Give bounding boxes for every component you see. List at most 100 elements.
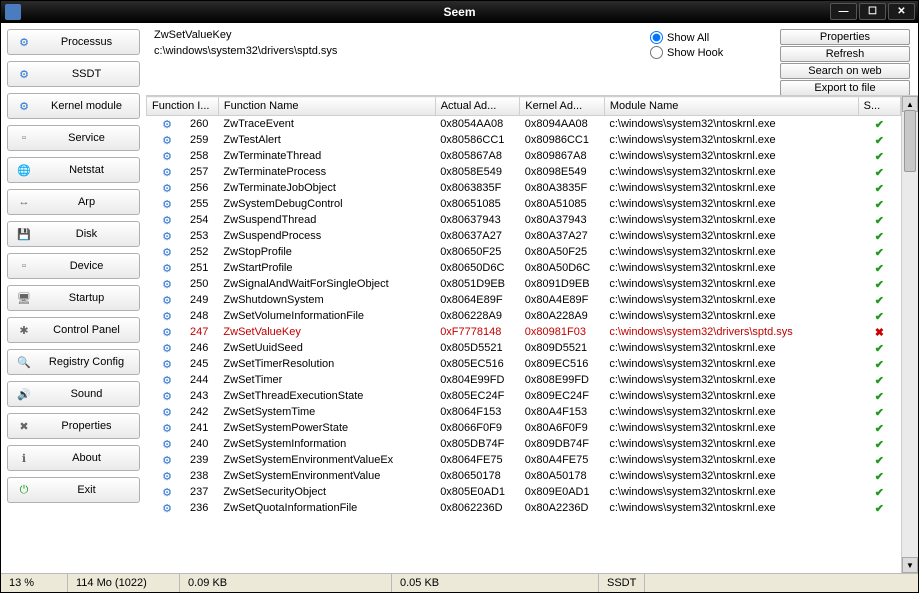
cell-module-name: c:\windows\system32\ntoskrnl.exe bbox=[604, 196, 858, 212]
radio-show-hook-input[interactable] bbox=[650, 46, 663, 59]
sidebar-item-exit[interactable]: ⏻Exit bbox=[7, 477, 140, 503]
close-button[interactable]: ✕ bbox=[888, 3, 915, 20]
table-row[interactable]: ⚙244ZwSetTimer0x804E99FD0x808E99FDc:\win… bbox=[147, 372, 901, 388]
cell-module-name: c:\windows\system32\ntoskrnl.exe bbox=[604, 148, 858, 164]
cell-actual-address: 0x805867A8 bbox=[435, 148, 520, 164]
table-row[interactable]: ⚙236ZwSetQuotaInformationFile0x8062236D0… bbox=[147, 500, 901, 516]
table-row[interactable]: ⚙260ZwTraceEvent0x8054AA080x8094AA08c:\w… bbox=[147, 116, 901, 133]
cell-function-name: ZwSetVolumeInformationFile bbox=[218, 308, 435, 324]
gear-icon: ⚙ bbox=[147, 148, 174, 164]
cell-index: 254 bbox=[174, 212, 218, 228]
table-row[interactable]: ⚙258ZwTerminateThread0x805867A80x809867A… bbox=[147, 148, 901, 164]
table-row[interactable]: ⚙255ZwSystemDebugControl0x806510850x80A5… bbox=[147, 196, 901, 212]
scroll-down-arrow[interactable]: ▼ bbox=[902, 557, 918, 573]
scroll-thumb[interactable] bbox=[904, 110, 916, 172]
refresh-button[interactable]: Refresh bbox=[780, 46, 910, 62]
check-icon: ✔ bbox=[875, 359, 884, 371]
table-row[interactable]: ⚙240ZwSetSystemInformation0x805DB74F0x80… bbox=[147, 436, 901, 452]
table-row[interactable]: ⚙253ZwSuspendProcess0x80637A270x80A37A27… bbox=[147, 228, 901, 244]
cell-module-name: c:\windows\system32\ntoskrnl.exe bbox=[604, 228, 858, 244]
table-row[interactable]: ⚙251ZwStartProfile0x80650D6C0x80A50D6Cc:… bbox=[147, 260, 901, 276]
cell-function-name: ZwTraceEvent bbox=[218, 116, 435, 133]
table-row[interactable]: ⚙249ZwShutdownSystem0x8064E89F0x80A4E89F… bbox=[147, 292, 901, 308]
table-row[interactable]: ⚙238ZwSetSystemEnvironmentValue0x8065017… bbox=[147, 468, 901, 484]
radio-show-hook[interactable]: Show Hook bbox=[650, 46, 770, 59]
col-index[interactable]: Function I... bbox=[147, 97, 219, 116]
top-info: ZwSetValueKey c:\windows\system32\driver… bbox=[146, 23, 918, 95]
cell-function-name: ZwSetTimer bbox=[218, 372, 435, 388]
selected-function-name: ZwSetValueKey bbox=[154, 29, 640, 41]
sidebar-item-control-panel[interactable]: ✱Control Panel bbox=[7, 317, 140, 343]
cell-kernel-address: 0x80A2236D bbox=[520, 500, 605, 516]
gear-icon: ⚙ bbox=[147, 356, 174, 372]
table-row[interactable]: ⚙242ZwSetSystemTime0x8064F1530x80A4F153c… bbox=[147, 404, 901, 420]
sidebar-item-sound[interactable]: 🔊Sound bbox=[7, 381, 140, 407]
minimize-button[interactable]: — bbox=[830, 3, 857, 20]
gear-icon: ⚙ bbox=[147, 500, 174, 516]
table-row[interactable]: ⚙241ZwSetSystemPowerState0x8066F0F90x80A… bbox=[147, 420, 901, 436]
maximize-button[interactable]: ☐ bbox=[859, 3, 886, 20]
check-icon: ✔ bbox=[875, 503, 884, 515]
search-icon: 🔍 bbox=[16, 354, 32, 370]
cell-status: ✔ bbox=[858, 388, 900, 404]
radio-show-hook-label: Show Hook bbox=[667, 47, 723, 59]
col-status[interactable]: S... bbox=[858, 97, 900, 116]
table-row[interactable]: ⚙245ZwSetTimerResolution0x805EC5160x809E… bbox=[147, 356, 901, 372]
cell-status: ✔ bbox=[858, 116, 900, 133]
check-icon: ✔ bbox=[875, 375, 884, 387]
sidebar-item-arp[interactable]: ↔Arp bbox=[7, 189, 140, 215]
table-row[interactable]: ⚙250ZwSignalAndWaitForSingleObject0x8051… bbox=[147, 276, 901, 292]
cell-kernel-address: 0x8098E549 bbox=[520, 164, 605, 180]
table-row[interactable]: ⚙246ZwSetUuidSeed0x805D55210x809D5521c:\… bbox=[147, 340, 901, 356]
sidebar-item-kernel-module[interactable]: ⚙Kernel module bbox=[7, 93, 140, 119]
table-row[interactable]: ⚙248ZwSetVolumeInformationFile0x806228A9… bbox=[147, 308, 901, 324]
titlebar[interactable]: Seem — ☐ ✕ bbox=[1, 1, 918, 23]
sidebar-item-netstat[interactable]: 🌐Netstat bbox=[7, 157, 140, 183]
check-icon: ✔ bbox=[875, 215, 884, 227]
col-kernel[interactable]: Kernel Ad... bbox=[520, 97, 605, 116]
cell-module-name: c:\windows\system32\ntoskrnl.exe bbox=[604, 356, 858, 372]
star-icon: ✱ bbox=[16, 322, 32, 338]
table-row[interactable]: ⚙259ZwTestAlert0x80586CC10x80986CC1c:\wi… bbox=[147, 132, 901, 148]
table-row[interactable]: ⚙239ZwSetSystemEnvironmentValueEx0x8064F… bbox=[147, 452, 901, 468]
sidebar-item-properties[interactable]: ✖Properties bbox=[7, 413, 140, 439]
cell-kernel-address: 0x8091D9EB bbox=[520, 276, 605, 292]
sidebar-item-about[interactable]: ℹAbout bbox=[7, 445, 140, 471]
cell-index: 250 bbox=[174, 276, 218, 292]
table-row[interactable]: ⚙257ZwTerminateProcess0x8058E5490x8098E5… bbox=[147, 164, 901, 180]
sidebar-item-registry-config[interactable]: 🔍Registry Config bbox=[7, 349, 140, 375]
cell-function-name: ZwSuspendThread bbox=[218, 212, 435, 228]
table-row[interactable]: ⚙254ZwSuspendThread0x806379430x80A37943c… bbox=[147, 212, 901, 228]
gear-icon: ⚙ bbox=[147, 196, 174, 212]
table-row[interactable]: ⚙256ZwTerminateJobObject0x8063835F0x80A3… bbox=[147, 180, 901, 196]
vertical-scrollbar[interactable]: ▲ ▼ bbox=[901, 96, 918, 573]
gear-icon: ⚙ bbox=[147, 308, 174, 324]
col-module[interactable]: Module Name bbox=[604, 97, 858, 116]
radio-show-all[interactable]: Show All bbox=[650, 31, 770, 44]
col-name[interactable]: Function Name bbox=[218, 97, 435, 116]
cell-kernel-address: 0x809EC516 bbox=[520, 356, 605, 372]
cell-kernel-address: 0x80A37A27 bbox=[520, 228, 605, 244]
table-row[interactable]: ⚙243ZwSetThreadExecutionState0x805EC24F0… bbox=[147, 388, 901, 404]
sidebar-item-ssdt[interactable]: ⚙SSDT bbox=[7, 61, 140, 87]
gear-icon: ⚙ bbox=[147, 372, 174, 388]
export-button[interactable]: Export to file bbox=[780, 80, 910, 96]
ssdt-grid[interactable]: Function I... Function Name Actual Ad...… bbox=[146, 96, 901, 573]
table-row[interactable]: ⚙237ZwSetSecurityObject0x805E0AD10x809E0… bbox=[147, 484, 901, 500]
radio-show-all-input[interactable] bbox=[650, 31, 663, 44]
sidebar-item-device[interactable]: ▫Device bbox=[7, 253, 140, 279]
table-row[interactable]: ⚙252ZwStopProfile0x80650F250x80A50F25c:\… bbox=[147, 244, 901, 260]
col-actual[interactable]: Actual Ad... bbox=[435, 97, 520, 116]
gear-icon: ⚙ bbox=[16, 66, 32, 82]
search-web-button[interactable]: Search on web bbox=[780, 63, 910, 79]
sidebar-item-disk[interactable]: 💾Disk bbox=[7, 221, 140, 247]
cell-actual-address: 0x805EC24F bbox=[435, 388, 520, 404]
cell-actual-address: 0x80650F25 bbox=[435, 244, 520, 260]
cell-index: 252 bbox=[174, 244, 218, 260]
sidebar-item-service[interactable]: ▫Service bbox=[7, 125, 140, 151]
cell-status: ✔ bbox=[858, 356, 900, 372]
sidebar-item-processus[interactable]: ⚙Processus bbox=[7, 29, 140, 55]
properties-button[interactable]: Properties bbox=[780, 29, 910, 45]
table-row[interactable]: ⚙247ZwSetValueKey0xF77781480x80981F03c:\… bbox=[147, 324, 901, 340]
sidebar-item-startup[interactable]: 🖥Startup bbox=[7, 285, 140, 311]
